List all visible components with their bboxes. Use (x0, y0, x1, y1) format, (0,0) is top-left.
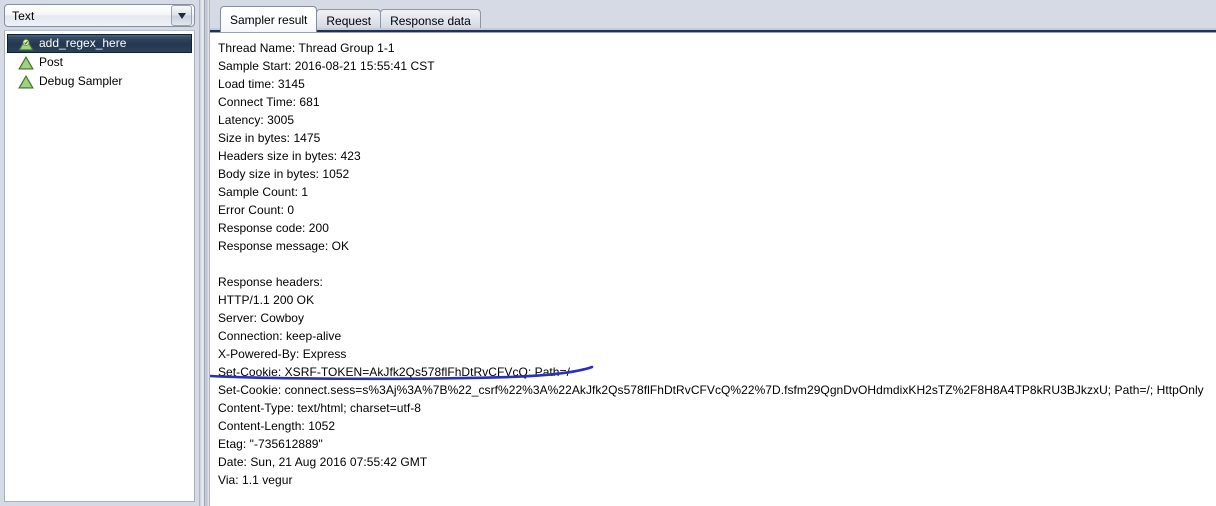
tab-label: Response data (390, 14, 471, 28)
result-line: HTTP/1.1 200 OK (218, 293, 315, 307)
green-warning-triangle-icon (18, 55, 34, 71)
result-line: Content-Type: text/html; charset=utf-8 (218, 401, 421, 415)
result-line: Thread Name: Thread Group 1-1 (218, 41, 395, 55)
green-warning-triangle-icon (18, 74, 34, 90)
right-panel: Sampler result Request Response data Thr… (210, 0, 1216, 506)
result-line: Connect Time: 681 (218, 95, 320, 109)
result-line: Date: Sun, 21 Aug 2016 07:55:42 GMT (218, 455, 428, 469)
green-warning-triangle-icon (18, 36, 34, 52)
panel-splitter[interactable] (199, 0, 210, 506)
result-line: Error Count: 0 (218, 203, 295, 217)
result-line: Body size in bytes: 1052 (218, 167, 350, 181)
result-line: Response code: 200 (218, 221, 329, 235)
result-line-set-cookie-connect-sess: Set-Cookie: connect.sess=s%3Aj%3A%7B%22_… (218, 383, 1204, 397)
result-line-blank (218, 255, 1216, 273)
left-panel: Text add_regex_here Post Debug Sampler (0, 0, 199, 506)
sampler-result-lines: Thread Name: Thread Group 1-1 Sample Sta… (210, 33, 1216, 489)
tree-item-label: Debug Sampler (39, 74, 123, 88)
sampler-result-content[interactable]: Thread Name: Thread Group 1-1 Sample Sta… (210, 32, 1216, 506)
results-tree-list: add_regex_here Post Debug Sampler (5, 31, 194, 91)
result-line: Sample Count: 1 (218, 185, 309, 199)
tree-item-label: add_regex_here (39, 36, 127, 50)
result-line: X-Powered-By: Express (218, 347, 347, 361)
result-line: Connection: keep-alive (218, 329, 342, 343)
result-line: Response message: OK (218, 239, 350, 253)
result-line: Response headers: (218, 275, 323, 289)
results-tree-panel[interactable]: add_regex_here Post Debug Sampler (4, 30, 195, 502)
jmeter-view-results-tree: Text add_regex_here Post Debug Sampler S… (0, 0, 1216, 506)
tabstrip: Sampler result Request Response data (210, 0, 1216, 32)
result-line: Content-Length: 1052 (218, 419, 336, 433)
renderer-combo[interactable]: Text (4, 4, 195, 27)
result-line: Etag: "-735612889" (218, 437, 323, 451)
chevron-down-icon[interactable] (171, 5, 192, 26)
tab-sampler-result[interactable]: Sampler result (220, 6, 318, 32)
result-line: Headers size in bytes: 423 (218, 149, 361, 163)
tree-item-label: Post (39, 55, 64, 69)
renderer-combo-wrapper: Text (4, 4, 195, 27)
tree-item-add-regex-here[interactable]: add_regex_here (7, 34, 192, 53)
splitter-grip (204, 0, 205, 506)
result-line: Size in bytes: 1475 (218, 131, 321, 145)
result-line: Via: 1.1 vegur (218, 473, 293, 487)
result-line: Load time: 3145 (218, 77, 305, 91)
renderer-combo-value: Text (12, 8, 35, 23)
result-line: Latency: 3005 (218, 113, 295, 127)
result-line: Sample Start: 2016-08-21 15:55:41 CST (218, 59, 435, 73)
tree-item-debug-sampler[interactable]: Debug Sampler (7, 72, 192, 91)
result-line: Server: Cowboy (218, 311, 305, 325)
tree-item-post[interactable]: Post (7, 53, 192, 72)
tab-label: Request (326, 14, 372, 28)
result-line-set-cookie-xsrf: Set-Cookie: XSRF-TOKEN=AkJfk2Qs578flFhDt… (218, 365, 570, 379)
tab-label: Sampler result (230, 12, 308, 27)
